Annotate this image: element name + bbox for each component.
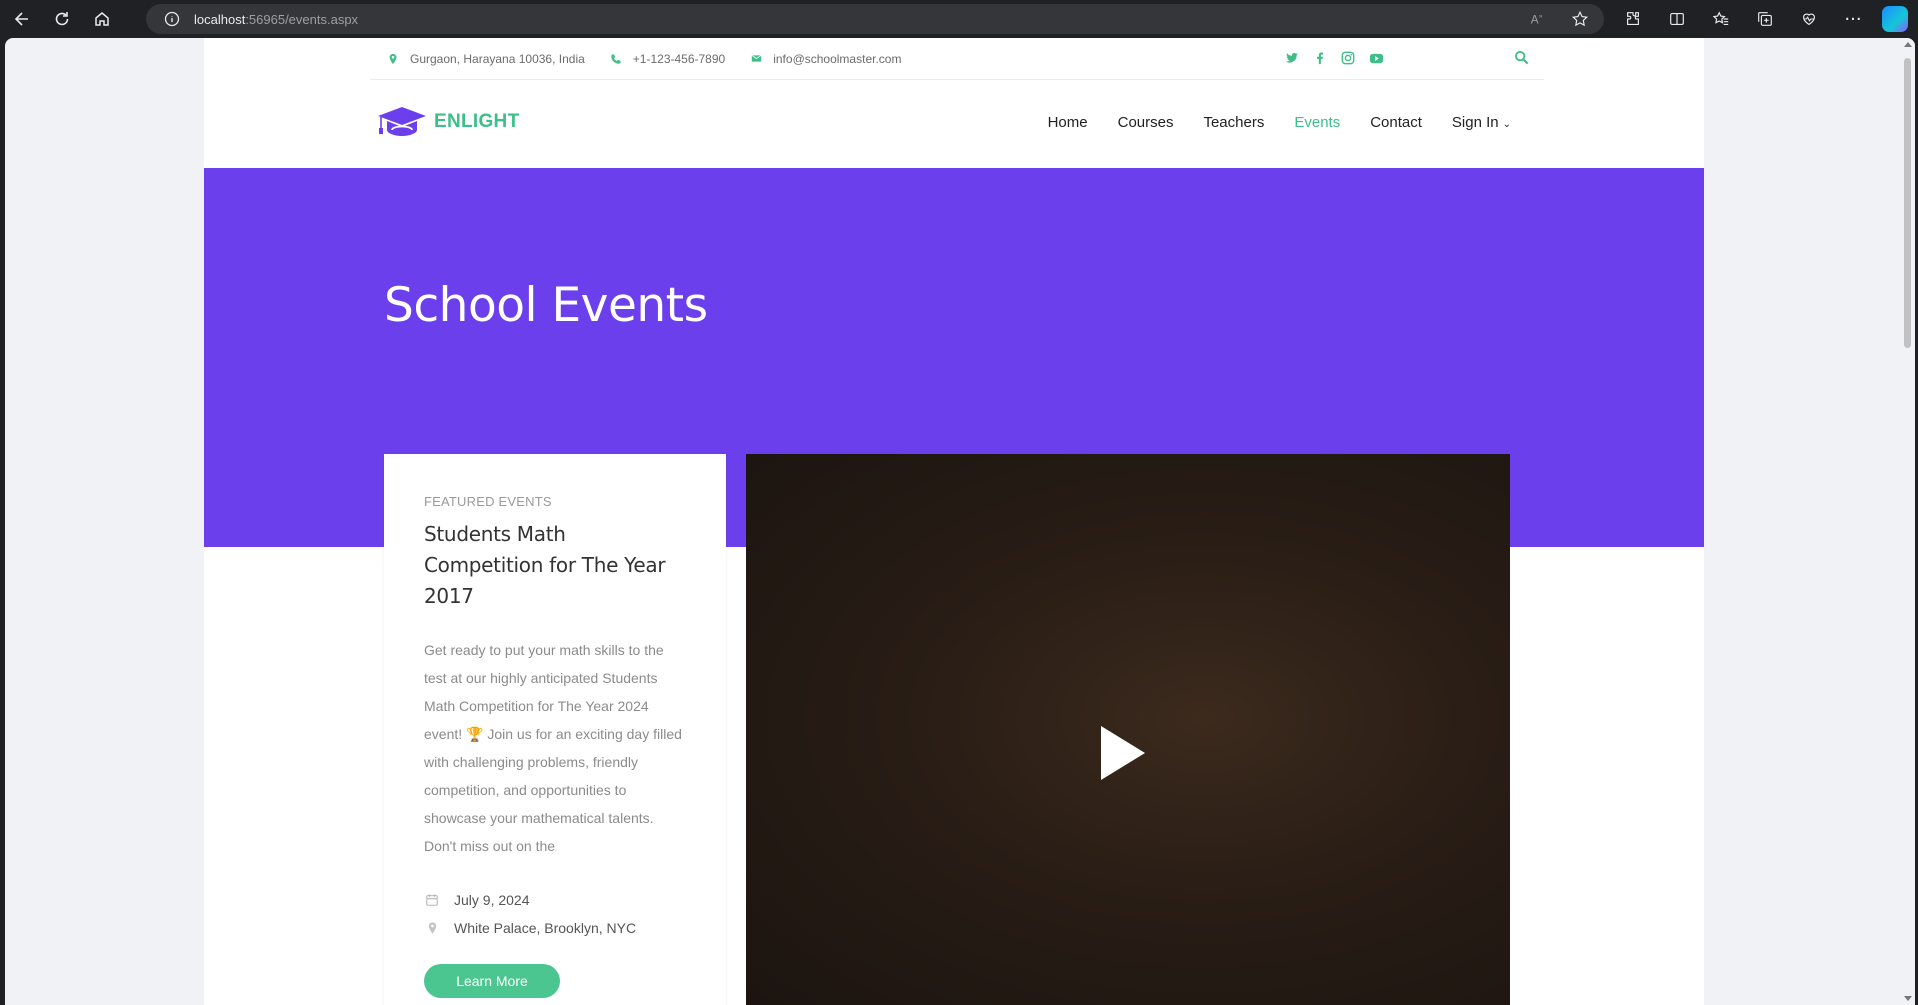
youtube-icon[interactable] <box>1368 50 1384 66</box>
copilot-icon[interactable] <box>1882 6 1908 32</box>
graduation-cap-icon <box>378 107 426 136</box>
email-info: info@schoolmaster.com <box>749 52 901 66</box>
refresh-button[interactable] <box>40 0 84 38</box>
back-button[interactable] <box>0 0 44 38</box>
event-date: July 9, 2024 <box>454 892 530 908</box>
collections-icon[interactable] <box>1750 4 1780 34</box>
event-video[interactable] <box>746 454 1510 1005</box>
nav-courses[interactable]: Courses <box>1118 114 1174 131</box>
nav-sign-in-label: Sign In <box>1451 114 1499 131</box>
event-location: White Palace, Brooklyn, NYC <box>454 920 637 936</box>
phone-text: +1-123-456-7890 <box>632 51 726 66</box>
scrollbar-thumb[interactable] <box>1904 58 1911 348</box>
event-location-row: White Palace, Brooklyn, NYC <box>424 914 686 942</box>
main-nav: Home Courses Teachers Events Contact Sig… <box>1048 114 1511 131</box>
location-pin-icon <box>424 920 440 936</box>
extensions-icon[interactable] <box>1618 4 1648 34</box>
event-title[interactable]: Students Math Competition for The Year 2… <box>424 519 686 612</box>
nav-sign-in[interactable]: Sign In ⌄ <box>1452 114 1511 131</box>
brand-name: ENLIGHT <box>434 111 520 132</box>
page-title: School Events <box>384 278 708 333</box>
read-aloud-icon[interactable]: A» <box>1528 9 1548 29</box>
social-links <box>1284 50 1384 66</box>
event-meta: July 9, 2024 White Palace, Brooklyn, NYC <box>424 886 686 942</box>
site-logo[interactable]: ENLIGHT <box>376 104 520 140</box>
featured-event-card: FEATURED EVENTS Students Math Competitio… <box>384 454 726 1005</box>
event-description: Get ready to put your math skills to the… <box>424 642 682 854</box>
more-menu-icon[interactable]: ··· <box>1838 4 1868 34</box>
address-info: Gurgaon, Harayana 10036, India <box>386 52 585 66</box>
nav-home[interactable]: Home <box>1048 114 1088 131</box>
scroll-down-arrow-icon[interactable] <box>1904 996 1912 1001</box>
facebook-icon[interactable] <box>1312 50 1328 66</box>
chevron-down-icon: ⌄ <box>1502 119 1511 130</box>
phone-info: +1-123-456-7890 <box>609 52 725 66</box>
top-info-bar: Gurgaon, Harayana 10036, India +1-123-45… <box>370 38 1544 80</box>
mail-icon <box>749 52 763 66</box>
instagram-icon[interactable] <box>1340 50 1356 66</box>
split-screen-icon[interactable] <box>1662 4 1692 34</box>
browser-toolbar: localhost:56965/events.aspx A» ··· <box>0 0 1918 38</box>
address-text: Gurgaon, Harayana 10036, India <box>410 51 585 66</box>
event-kicker: FEATURED EVENTS <box>424 494 552 509</box>
info-icon[interactable] <box>162 9 182 29</box>
nav-teachers[interactable]: Teachers <box>1203 114 1264 131</box>
play-icon[interactable] <box>1101 726 1145 780</box>
page-scrollbar[interactable] <box>1901 38 1915 1005</box>
email-text[interactable]: info@schoolmaster.com <box>773 52 901 66</box>
url-path: :56965/events.aspx <box>245 11 359 27</box>
browser-essentials-icon[interactable] <box>1794 4 1824 34</box>
calendar-icon <box>424 892 440 908</box>
svg-text:A: A <box>1531 14 1539 27</box>
page-viewport: Gurgaon, Harayana 10036, India +1-123-45… <box>5 38 1915 1005</box>
favorites-icon[interactable] <box>1706 4 1736 34</box>
learn-more-button[interactable]: Learn More <box>424 964 560 998</box>
event-date-row: July 9, 2024 <box>424 886 686 914</box>
map-pin-icon <box>386 52 400 66</box>
search-icon[interactable] <box>1514 50 1530 66</box>
svg-text:»: » <box>1539 13 1543 20</box>
favorite-star-icon[interactable] <box>1570 9 1590 29</box>
phone-icon <box>609 52 623 66</box>
site-header: ENLIGHT Home Courses Teachers Events Con… <box>204 80 1704 168</box>
twitter-icon[interactable] <box>1284 50 1300 66</box>
address-bar[interactable]: localhost:56965/events.aspx A» <box>146 4 1604 34</box>
url-host: localhost <box>194 11 246 27</box>
page-content: Gurgaon, Harayana 10036, India +1-123-45… <box>204 38 1704 1005</box>
scroll-up-arrow-icon[interactable] <box>1904 42 1912 47</box>
home-button[interactable] <box>80 0 124 38</box>
nav-events[interactable]: Events <box>1294 114 1340 131</box>
nav-contact[interactable]: Contact <box>1370 114 1422 131</box>
